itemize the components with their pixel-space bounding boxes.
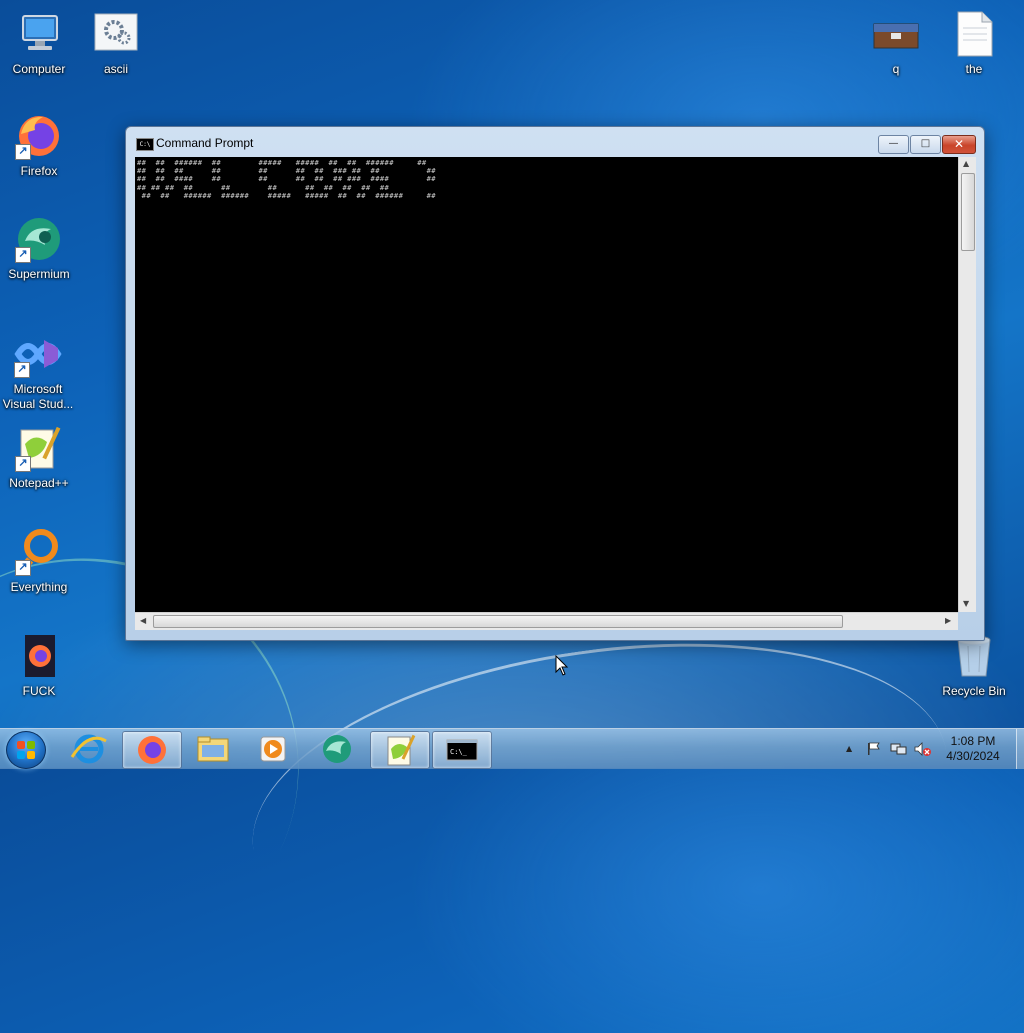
image-icon (872, 10, 920, 58)
scroll-right-icon[interactable]: ▶ (945, 616, 951, 625)
ie-icon (70, 734, 107, 764)
settings-file-icon (92, 10, 140, 58)
desktop-icon-visual-studio[interactable]: ↗ Microsoft Visual Stud... (0, 330, 79, 412)
vertical-scroll-thumb[interactable] (961, 173, 975, 251)
desktop-icon-everything[interactable]: ↗ Everything (1, 528, 77, 595)
clock-time: 1:08 PM (950, 734, 996, 748)
scroll-down-icon[interactable]: ▼ (963, 599, 969, 608)
scroll-up-icon[interactable]: ▲ (963, 159, 969, 168)
scroll-left-icon[interactable]: ◀ (140, 616, 146, 625)
taskbar: C:\_ ▲ 1:08 PM 4/30/2024 (0, 728, 1024, 769)
window-title: Command Prompt (156, 136, 254, 150)
text-file-icon (950, 10, 998, 58)
taskbar-app-notepadpp[interactable] (370, 731, 430, 769)
desktop-icon-firefox[interactable]: ↗ Firefox (1, 112, 77, 179)
wallpaper-swoosh (232, 602, 968, 1001)
show-desktop-button[interactable] (1016, 729, 1024, 769)
supermium-icon: ↗ (15, 215, 63, 263)
network-icon[interactable] (890, 741, 908, 760)
shortcut-arrow-icon: ↗ (15, 247, 31, 263)
window-titlebar[interactable]: C:\ Command Prompt — □ ✕ (126, 127, 984, 157)
notepadpp-icon (387, 734, 416, 766)
desktop-icon-notepadpp[interactable]: ↗ Notepad++ (1, 424, 77, 491)
firefox-icon (138, 736, 166, 764)
cmd-icon: C:\ (136, 138, 154, 151)
desktop-icon-q[interactable]: q (858, 10, 934, 77)
folder-icon (197, 736, 229, 762)
clock-date: 4/30/2024 (946, 749, 1000, 763)
windows-logo-icon (17, 741, 35, 759)
show-hidden-icons-button[interactable]: ▲ (846, 744, 852, 753)
minimize-icon: — (888, 138, 899, 149)
shortcut-arrow-icon: ↗ (14, 362, 30, 378)
shortcut-arrow-icon: ↗ (15, 144, 31, 160)
desktop-icon-label: Everything (10, 580, 68, 594)
taskbar-app-file-explorer[interactable] (184, 731, 242, 767)
firefox-file-icon (15, 632, 63, 680)
taskbar-app-media-player[interactable] (244, 731, 302, 767)
media-player-icon (260, 736, 286, 762)
supermium-icon (323, 735, 351, 763)
desktop-icon-supermium[interactable]: ↗ Supermium (1, 215, 77, 282)
desktop-icon-label: Computer (12, 62, 66, 76)
vertical-scrollbar[interactable]: ▲ ▼ (958, 157, 976, 612)
everything-icon: ↗ (15, 528, 63, 576)
close-icon: ✕ (953, 137, 965, 151)
ascii-art-text: ## ## ###### ## ##### ##### ## ## ######… (137, 158, 436, 200)
cmd-icon: C:\_ (446, 739, 478, 761)
desktop-icon-the[interactable]: the (936, 10, 1012, 77)
desktop-icon-label: the (965, 62, 983, 76)
notepadpp-icon: ↗ (15, 424, 63, 472)
desktop-icon-label: Firefox (20, 164, 58, 178)
desktop-icon-ascii[interactable]: ascii (78, 10, 154, 77)
vscode-icon: ↗ (14, 330, 62, 378)
desktop-icon-label: Recycle Bin (942, 684, 1006, 698)
svg-text:C:\_: C:\_ (450, 748, 468, 756)
taskbar-app-firefox[interactable] (122, 731, 182, 769)
desktop-icon-label: FUCK (22, 684, 56, 698)
shortcut-arrow-icon: ↗ (15, 560, 31, 576)
taskbar-app-command-prompt[interactable]: C:\_ (432, 731, 492, 769)
desktop-icon-label: q (892, 62, 900, 76)
minimize-button[interactable]: — (878, 135, 909, 154)
desktop-icon-label: ascii (103, 62, 128, 76)
command-prompt-window[interactable]: C:\ Command Prompt — □ ✕ ## ## ###### ##… (125, 126, 985, 641)
action-center-flag-icon[interactable] (866, 741, 882, 760)
console-output[interactable]: ## ## ###### ## ##### ##### ## ## ######… (135, 157, 958, 612)
horizontal-scroll-thumb[interactable] (153, 615, 843, 628)
system-clock[interactable]: 1:08 PM 4/30/2024 (930, 734, 1016, 764)
start-button[interactable] (6, 731, 46, 769)
firefox-icon: ↗ (15, 112, 63, 160)
taskbar-app-internet-explorer[interactable] (60, 731, 118, 767)
horizontal-scrollbar[interactable]: ◀ ▶ (135, 612, 958, 630)
desktop-icon-computer[interactable]: Computer (1, 10, 77, 77)
maximize-icon: □ (920, 138, 931, 149)
desktop-icon-fuck[interactable]: FUCK (1, 632, 77, 699)
desktop-icon-label: Supermium (8, 267, 70, 281)
close-button[interactable]: ✕ (942, 135, 976, 154)
desktop-icon-label: Microsoft Visual Stud... (2, 382, 74, 411)
computer-icon (15, 10, 63, 58)
desktop-icon-recycle-bin[interactable]: Recycle Bin (936, 632, 1012, 699)
shortcut-arrow-icon: ↗ (15, 456, 31, 472)
taskbar-app-supermium[interactable] (308, 731, 366, 767)
desktop-icon-label: Notepad++ (9, 476, 69, 490)
maximize-button[interactable]: □ (910, 135, 941, 154)
